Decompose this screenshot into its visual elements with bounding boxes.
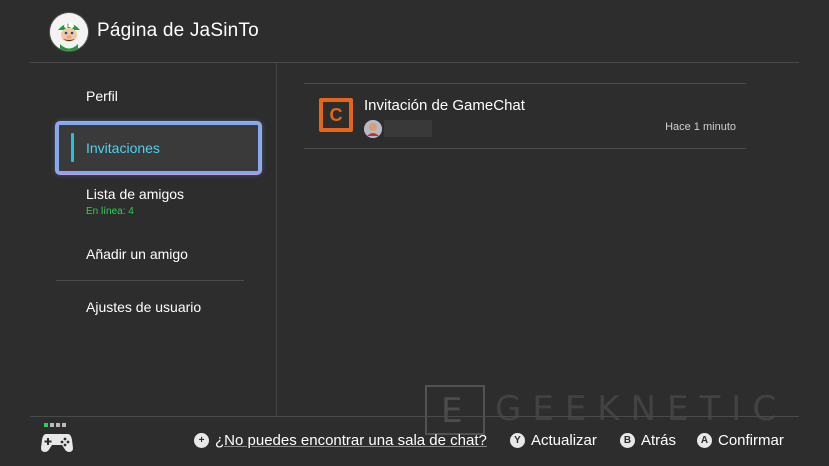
- sidebar-item-label: Lista de amigos: [86, 186, 185, 202]
- a-button-icon: A: [697, 433, 712, 448]
- sidebar-item-label: Perfil: [86, 88, 118, 104]
- watermark-text: GEEKNETIC: [495, 389, 788, 429]
- sidebar-item-invitations[interactable]: Invitaciones: [56, 122, 261, 174]
- sidebar-item-profile[interactable]: Perfil: [56, 85, 261, 107]
- page-title: Página de JaSinTo: [97, 20, 259, 41]
- header: L Página de JaSinTo: [0, 0, 829, 63]
- back-button[interactable]: B Atrás: [620, 432, 676, 449]
- invitation-list-item[interactable]: C Invitación de GameChat Hace 1 minuto: [304, 84, 746, 148]
- invitation-title: Invitación de GameChat: [364, 97, 525, 114]
- sidebar-item-label: Invitaciones: [86, 140, 160, 156]
- luigi-avatar-icon[interactable]: L: [50, 13, 88, 51]
- invitation-time: Hace 1 minuto: [665, 121, 736, 133]
- sidebar-item-user-settings[interactable]: Ajustes de usuario: [56, 296, 261, 318]
- confirm-button[interactable]: A Confirmar: [697, 432, 784, 449]
- active-indicator: [71, 133, 74, 162]
- list-divider: [304, 148, 746, 149]
- back-label: Atrás: [641, 432, 677, 449]
- vertical-divider: [276, 63, 277, 416]
- gamechat-icon: C: [319, 98, 353, 132]
- sidebar-item-friend-list[interactable]: Lista de amigos En línea: 4: [56, 183, 261, 223]
- y-button-icon: Y: [510, 433, 525, 448]
- sidebar: Perfil Invitaciones Lista de amigos En l…: [0, 63, 276, 416]
- footer-divider: [30, 416, 799, 417]
- plus-button-icon: +: [194, 433, 209, 448]
- watermark-logo: E GEEKNETIC: [425, 385, 825, 435]
- sidebar-divider: [56, 280, 244, 281]
- confirm-label: Confirmar: [718, 432, 784, 449]
- refresh-label: Actualizar: [531, 432, 597, 449]
- sender-avatar: [364, 120, 382, 138]
- sidebar-item-add-friend[interactable]: Añadir un amigo: [56, 243, 261, 265]
- controller-icon: [40, 422, 74, 454]
- help-link: ¿No puedes encontrar una sala de chat?: [215, 432, 487, 449]
- sidebar-item-label: Ajustes de usuario: [86, 299, 202, 315]
- refresh-button[interactable]: Y Actualizar: [510, 432, 597, 449]
- sender-name-redacted: [384, 120, 432, 137]
- b-button-icon: B: [620, 433, 635, 448]
- watermark-box: E: [425, 385, 485, 435]
- sidebar-item-label: Añadir un amigo: [86, 246, 188, 262]
- online-count: En línea: 4: [86, 206, 134, 217]
- help-chat-room-button[interactable]: + ¿No puedes encontrar una sala de chat?: [194, 432, 487, 449]
